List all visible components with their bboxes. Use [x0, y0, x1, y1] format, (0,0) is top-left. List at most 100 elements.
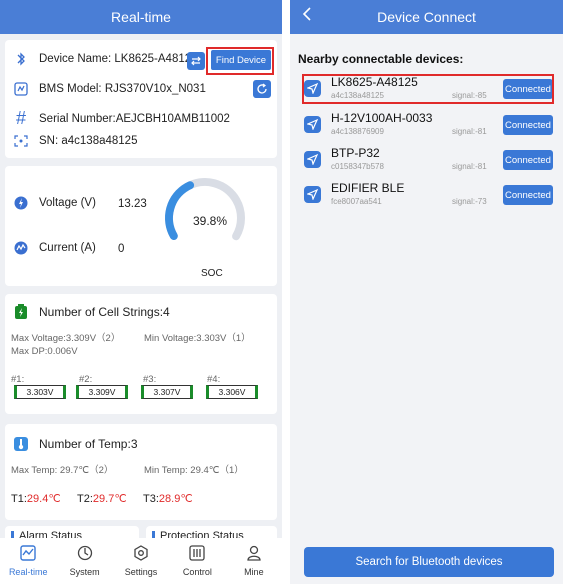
power-card: Voltage (V) 13.23 Current (A) 0 39.8% SO… — [5, 166, 277, 286]
tab-realtime[interactable]: Real-time — [0, 538, 56, 584]
device-signal: signal:-81 — [452, 162, 487, 171]
cell-label: #3: — [143, 374, 157, 385]
page-title: Real-time — [111, 9, 171, 25]
sn-row: SN: a4c138a48125 — [11, 135, 137, 147]
bms-model-row: BMS Model: RJS370V10x_N031 — [11, 82, 206, 96]
voltage-value: 13.23 — [118, 198, 147, 210]
current-icon — [11, 241, 31, 255]
min-voltage: Min Voltage:3.303V（1） — [144, 333, 251, 344]
cell-voltage-1: 3.303V — [14, 385, 66, 399]
t1-value: 29.4℃ — [26, 493, 61, 505]
control-icon — [189, 545, 206, 565]
mine-icon — [246, 545, 262, 565]
min-temp: Min Temp: 29.4℃（1） — [144, 465, 244, 476]
device-list-item[interactable]: H-12V100AH-0033 a4c138876909 signal:-81 … — [300, 110, 557, 140]
highlight-box — [206, 47, 274, 75]
cell-voltage-4: 3.306V — [206, 385, 258, 399]
device-name: EDIFIER BLE — [331, 181, 405, 195]
tab-control[interactable]: Control — [169, 538, 225, 584]
cell-voltage-2: 3.309V — [76, 385, 128, 399]
bluetooth-icon — [11, 52, 31, 66]
send-icon — [304, 151, 321, 168]
current-label: Current (A) — [39, 242, 96, 254]
t2-value: 29.7℃ — [92, 493, 127, 505]
highlight-box — [302, 74, 554, 104]
send-icon — [304, 186, 321, 203]
temp-title-row: Number of Temp:3 — [11, 436, 138, 452]
serial-number-label: Serial Number:AEJCBH10AMB11002 — [39, 112, 230, 125]
cell-label: #2: — [79, 374, 93, 385]
max-dp: Max DP:0.006V — [11, 346, 78, 357]
device-mac: a4c138876909 — [331, 127, 384, 136]
device-name-label: Device Name: LK8625-A48125 — [39, 53, 198, 65]
device-list-item[interactable]: EDIFIER BLE fce8007aa541 signal:-73 Conn… — [300, 180, 557, 210]
search-bluetooth-button[interactable]: Search for Bluetooth devices — [304, 547, 554, 577]
device-list-item[interactable]: BTP-P32 c0158347b578 signal:-81 Connecte… — [300, 145, 557, 175]
device-mac: c0158347b578 — [331, 162, 384, 171]
nearby-label: Nearby connectable devices: — [298, 52, 464, 66]
cell-label: #1: — [11, 374, 25, 385]
current-value: 0 — [118, 243, 125, 255]
voltage-icon — [11, 196, 31, 210]
tab-label: Settings — [124, 567, 158, 577]
tab-mine[interactable]: Mine — [226, 538, 282, 584]
chevron-left-icon[interactable] — [302, 7, 312, 26]
tab-label: System — [69, 567, 100, 577]
device-signal: signal:-81 — [452, 127, 487, 136]
max-voltage: Max Voltage:3.309V（2） — [11, 333, 121, 344]
battery-icon — [11, 304, 31, 320]
settings-icon — [133, 545, 149, 565]
t1-label: T1: — [11, 493, 27, 505]
send-icon — [304, 116, 321, 133]
connect-header: Device Connect — [290, 0, 563, 34]
cell-voltage-3: 3.307V — [141, 385, 193, 399]
chip-icon — [11, 82, 31, 96]
tab-settings[interactable]: Settings — [113, 538, 169, 584]
temp-title: Number of Temp:3 — [39, 437, 138, 451]
tab-system[interactable]: System — [56, 538, 112, 584]
t3-value: 28.9℃ — [158, 493, 193, 505]
bottom-tab-bar: Real-time System Settings Control Mine — [0, 538, 282, 584]
device-name: BTP-P32 — [331, 146, 380, 160]
cell-label: #4: — [207, 374, 221, 385]
t3-label: T3: — [143, 493, 159, 505]
thermometer-icon — [11, 436, 31, 452]
soc-percent: 39.8% — [193, 214, 228, 228]
device-signal: signal:-73 — [452, 197, 487, 206]
connect-title: Device Connect — [377, 9, 476, 25]
device-connect-screen: Device Connect Nearby connectable device… — [290, 0, 563, 584]
tab-label: Mine — [244, 567, 264, 577]
t2-reading: T2:29.7℃ — [77, 492, 127, 505]
cell-strings-title: Number of Cell Strings:4 — [39, 305, 170, 319]
device-name: H-12V100AH-0033 — [331, 111, 433, 125]
t3-reading: T3:28.9℃ — [143, 492, 193, 505]
scan-icon — [11, 135, 31, 147]
current-row: Current (A) — [11, 241, 96, 255]
system-icon — [77, 545, 93, 565]
connected-button[interactable]: Connected — [503, 185, 553, 205]
t1-reading: T1:29.4℃ — [11, 492, 61, 505]
tab-label: Real-time — [8, 567, 48, 577]
swap-device-button[interactable] — [187, 52, 205, 70]
device-name-row: Device Name: LK8625-A48125 — [11, 52, 198, 66]
temperature-card: Number of Temp:3 Max Temp: 29.7℃（2） Min … — [5, 424, 277, 520]
hash-icon: # — [15, 108, 26, 128]
sn-label: SN: a4c138a48125 — [39, 135, 138, 147]
voltage-row: Voltage (V) — [11, 196, 96, 210]
soc-label: SOC — [201, 268, 223, 279]
t2-label: T2: — [77, 493, 93, 505]
serial-number-row: # Serial Number:AEJCBH10AMB11002 — [11, 108, 230, 129]
connected-button[interactable]: Connected — [503, 150, 553, 170]
device-mac: fce8007aa541 — [331, 197, 382, 206]
connected-button[interactable]: Connected — [503, 115, 553, 135]
device-info-card: Device Name: LK8625-A48125 Find Device B… — [5, 40, 277, 158]
refresh-button[interactable] — [253, 80, 271, 98]
tab-label: Control — [182, 567, 212, 577]
realtime-screen: Real-time Device Name: LK8625-A48125 Fin… — [0, 0, 282, 584]
realtime-header: Real-time — [0, 0, 282, 34]
bms-model-label: BMS Model: RJS370V10x_N031 — [39, 83, 206, 95]
max-temp: Max Temp: 29.7℃（2） — [11, 465, 114, 476]
cell-strings-title-row: Number of Cell Strings:4 — [11, 304, 170, 320]
realtime-icon — [20, 545, 36, 565]
voltage-label: Voltage (V) — [39, 197, 96, 209]
